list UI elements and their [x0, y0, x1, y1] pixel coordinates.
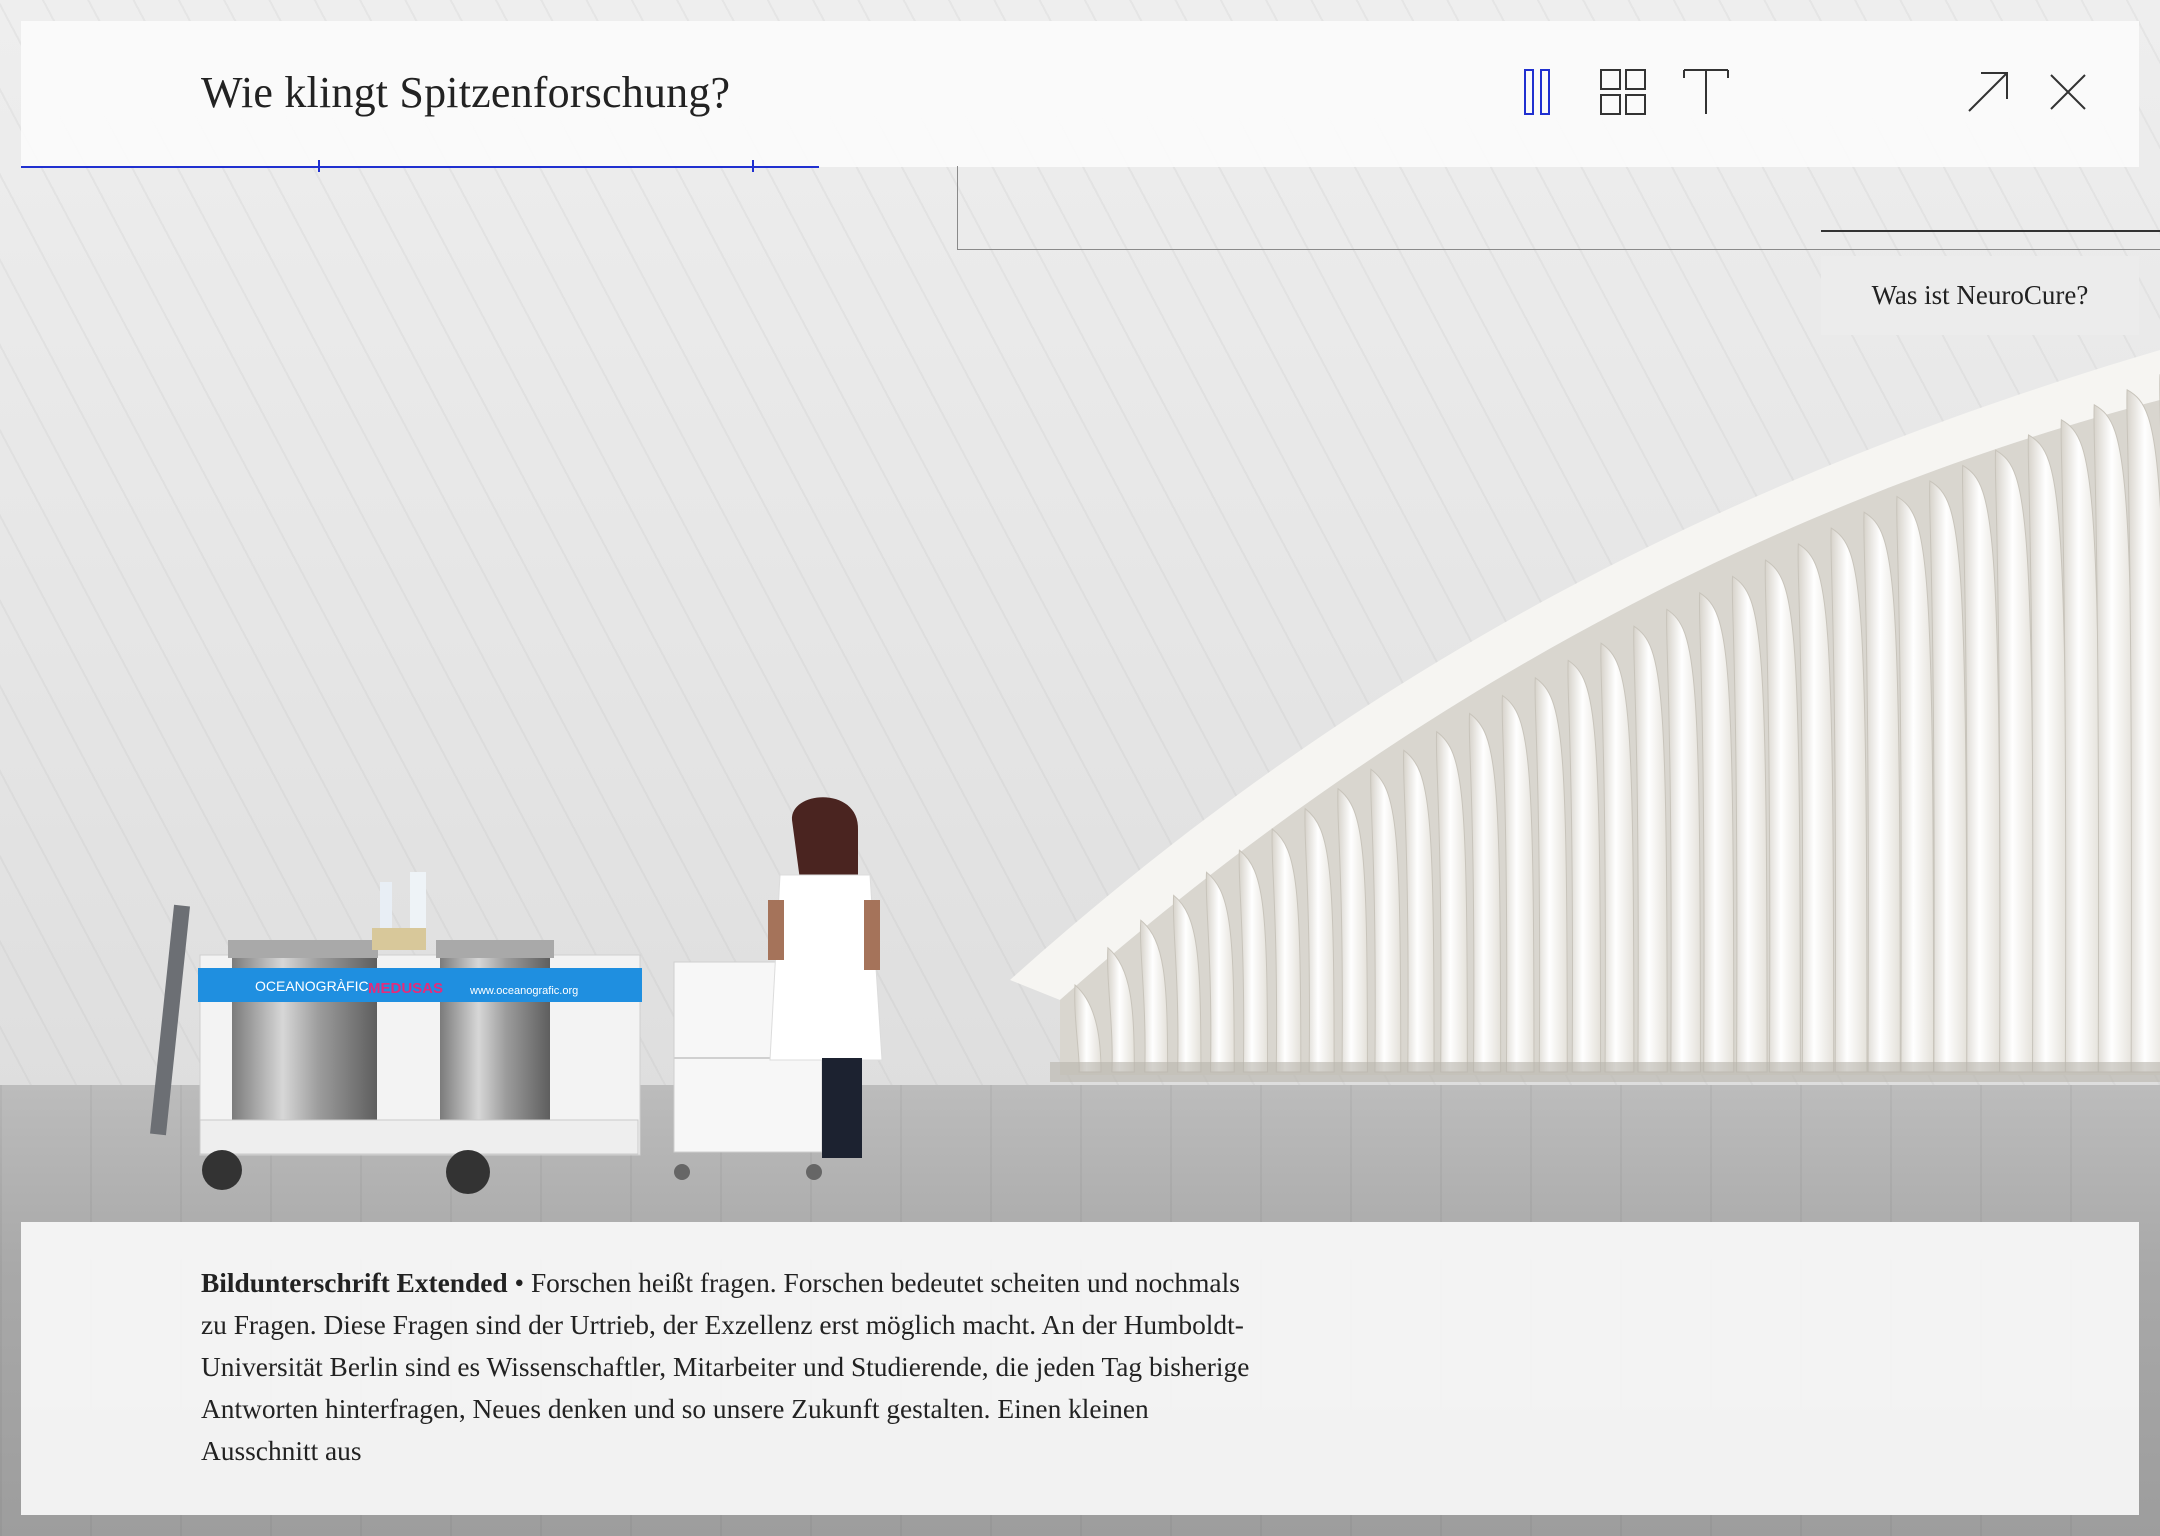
cart-banner-brand: OCEANOGRÀFIC — [255, 978, 369, 994]
close-icon[interactable] — [2043, 67, 2093, 117]
progress-bar — [21, 166, 819, 168]
progress-tick — [752, 160, 754, 172]
grid-view-icon[interactable] — [1598, 67, 1648, 117]
nav-divider — [1821, 230, 2160, 232]
caption-text: Bildunterschrift Extended • Forschen hei… — [201, 1262, 1261, 1472]
next-chapter-button[interactable]: Was ist NeuroCure? — [1821, 256, 2139, 335]
text-view-icon[interactable] — [1681, 67, 1731, 117]
cart-banner-url: www.oceanografic.org — [469, 985, 578, 997]
caption-heading: Bildunterschrift Extended — [201, 1268, 508, 1298]
caption-panel: Bildunterschrift Extended • Forschen hei… — [21, 1222, 2139, 1515]
expand-icon[interactable] — [1963, 67, 2013, 117]
architecture-rib — [2126, 389, 2160, 1073]
caption-separator: • — [514, 1268, 525, 1298]
cart: OCEANOGRÀFIC MEDUSAS www.oceanografic.or… — [150, 872, 642, 1194]
pause-icon[interactable] — [1521, 67, 1571, 117]
frame-outline — [957, 166, 2160, 250]
progress-tick — [318, 160, 320, 172]
page-title: Wie klingt Spitzenforschung? — [201, 68, 731, 117]
cart-banner-title: MEDUSAS — [368, 980, 443, 997]
header-bar: Wie klingt Spitzenforschung? — [21, 21, 2139, 167]
